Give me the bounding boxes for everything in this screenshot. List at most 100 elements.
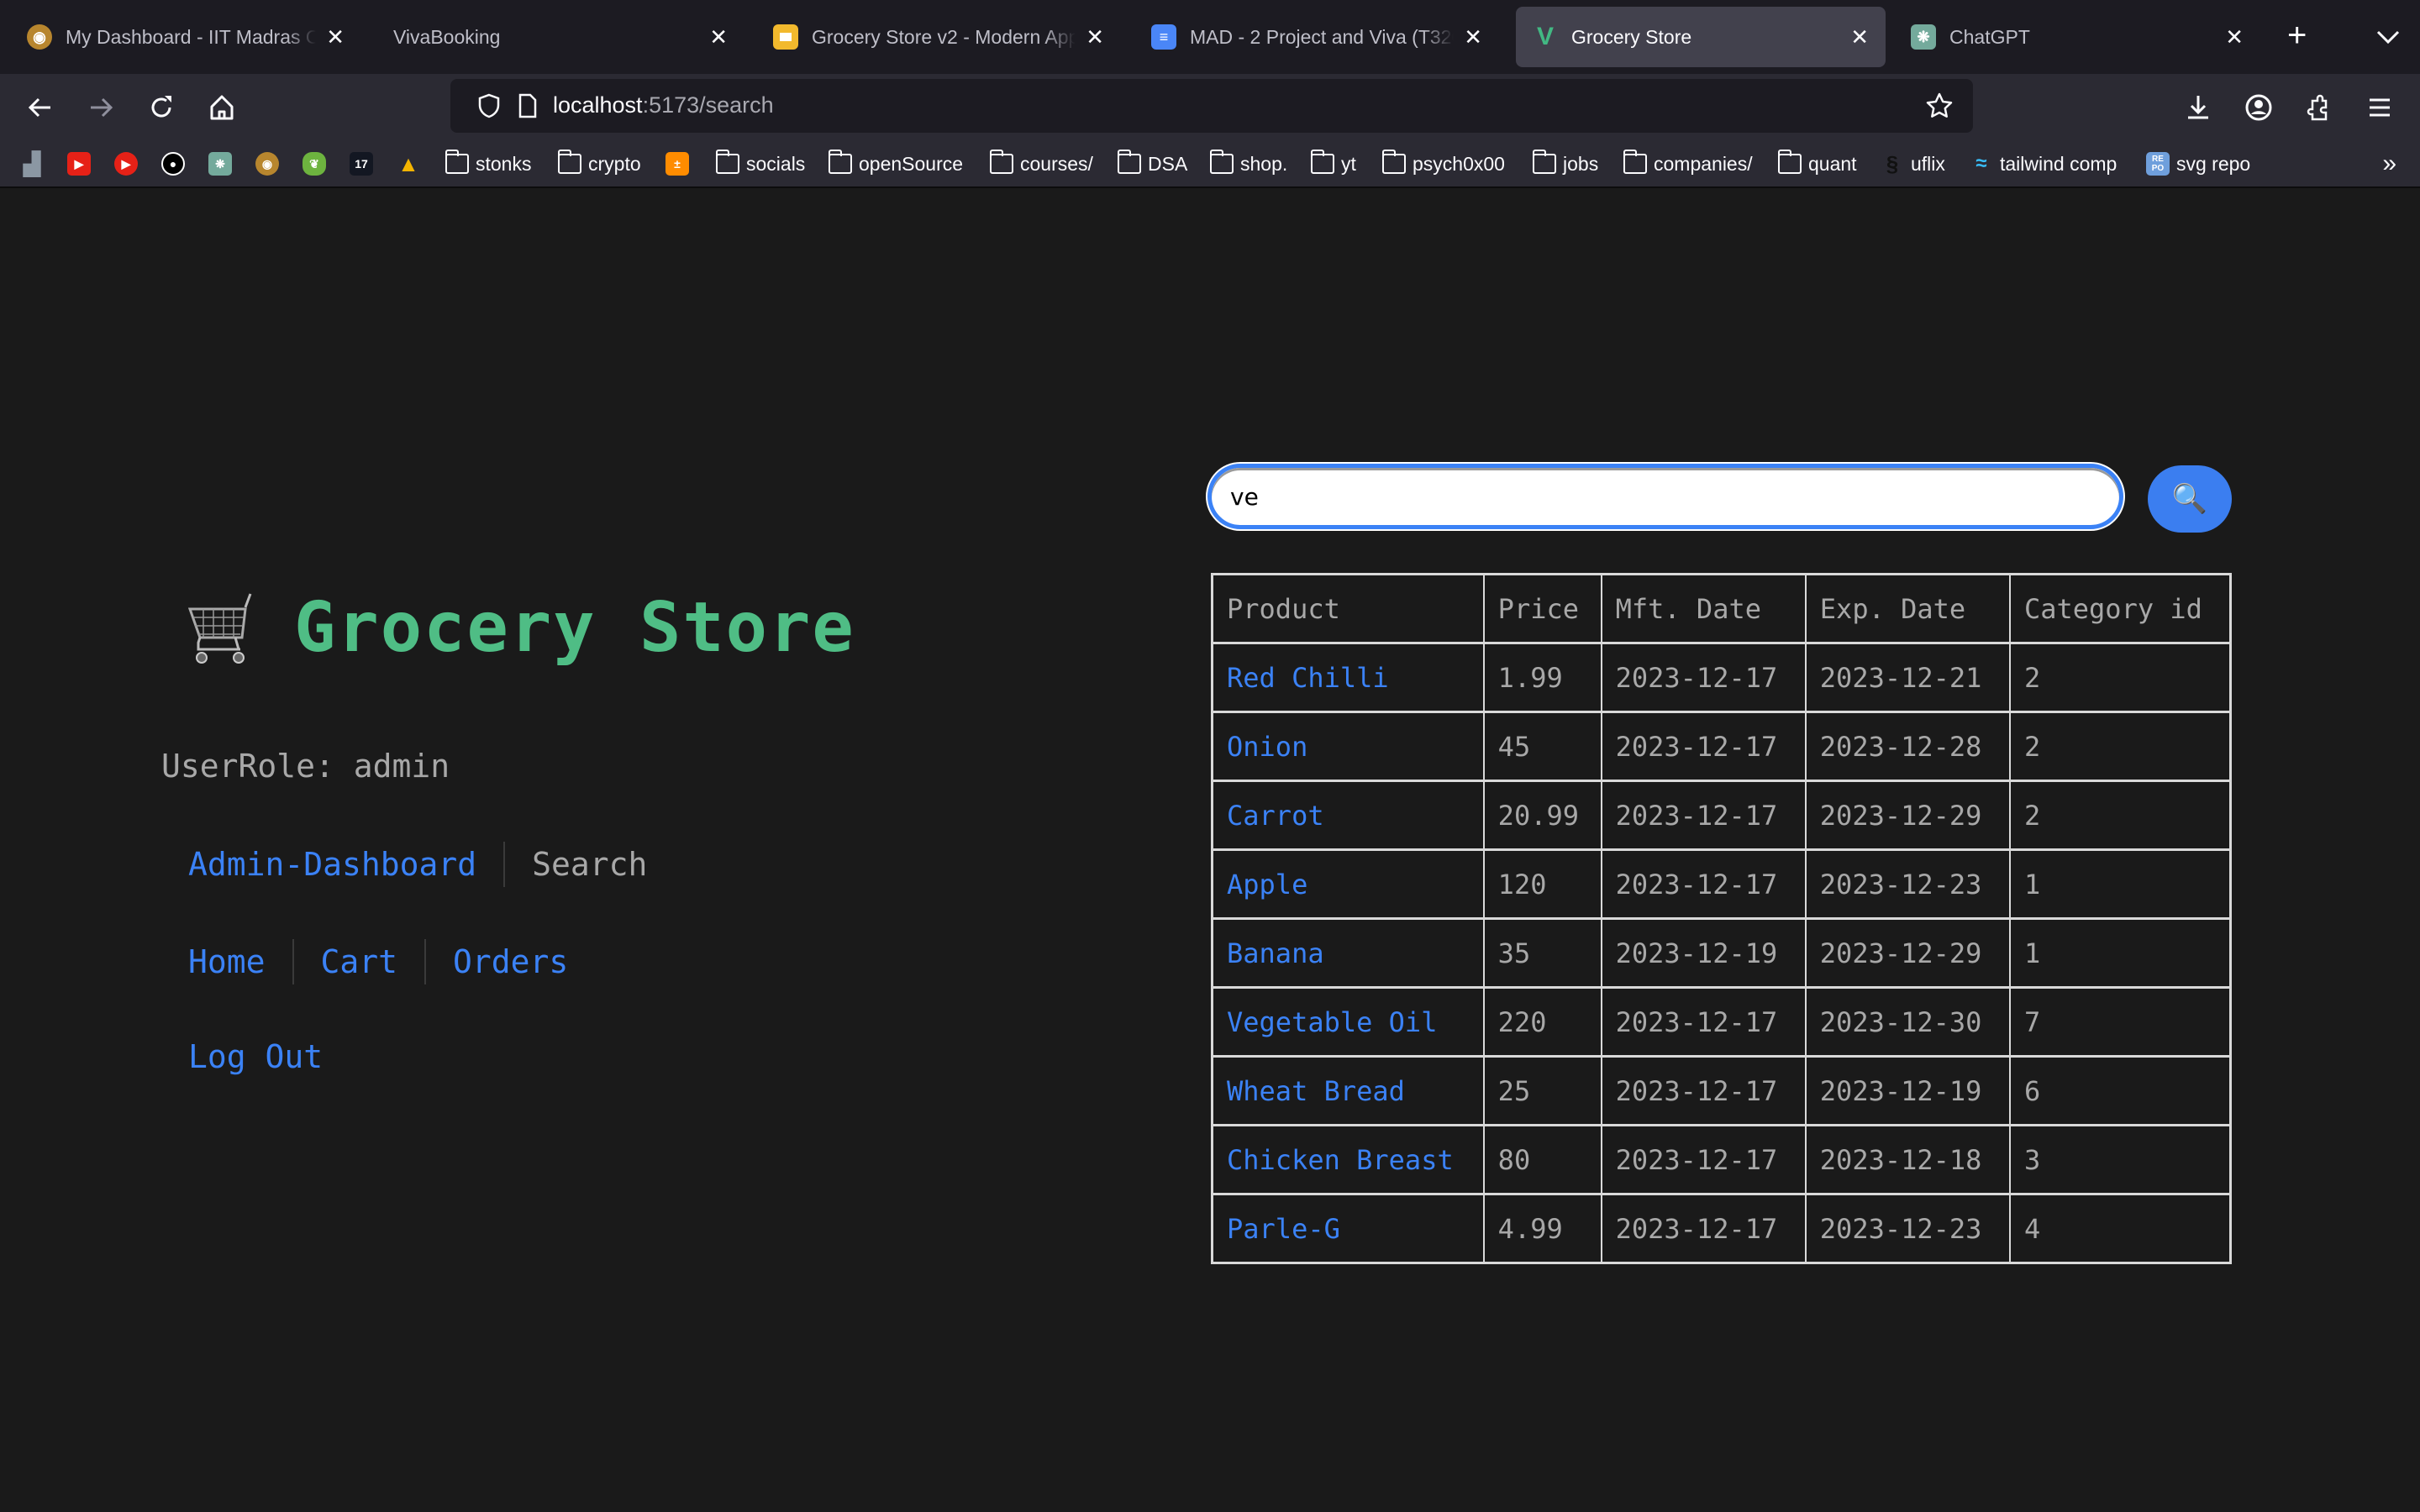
bookmark-uflix[interactable]: § uflix — [1881, 150, 1945, 178]
list-all-tabs-icon[interactable] — [2371, 20, 2405, 54]
bookmark-folder-stonks[interactable]: stonks — [445, 150, 531, 178]
bookmark-folder-socials[interactable]: socials — [715, 150, 805, 178]
table-row: Parle-G 4.99 2023-12-17 2023-12-23 4 — [1211, 1193, 2232, 1264]
shopping-cart-icon — [187, 592, 252, 664]
bookmark-star-icon[interactable] — [1924, 91, 1954, 121]
bookmark-folder-opensource[interactable]: openSource — [828, 150, 963, 178]
bookmark-chatgpt[interactable]: ❋ — [208, 150, 239, 178]
search-field-wrapper — [1207, 464, 2123, 529]
tab-chatgpt[interactable]: ❋ ChatGPT ✕ — [1894, 7, 2260, 67]
google-drive-icon: ▲ — [397, 150, 419, 176]
cell-exp-date: 2023-12-28 — [1804, 711, 2011, 782]
shield-icon[interactable] — [476, 92, 502, 119]
nav-orders-link[interactable]: Orders — [453, 943, 568, 980]
col-header-category-id: Category id — [2008, 573, 2232, 644]
bookmark-folder-companies[interactable]: companies/ — [1623, 150, 1753, 178]
product-link[interactable]: Chicken Breast — [1227, 1144, 1454, 1176]
tab-mad-project-doc[interactable]: ≡ MAD - 2 Project and Viva (T3202) ✕ — [1134, 7, 1499, 67]
bookmark-folder-courses[interactable]: courses/ — [989, 150, 1093, 178]
bookmark-tradingview[interactable]: 17 — [350, 150, 380, 178]
bookmark-github[interactable]: ● — [161, 150, 192, 178]
bookmark-youtube-music[interactable]: ▶ — [114, 150, 145, 178]
user-role-label: UserRole: admin — [161, 748, 450, 785]
back-arrow-icon[interactable] — [24, 91, 57, 124]
cell-price: 4.99 — [1482, 1193, 1602, 1264]
tab-title: Grocery Store — [1571, 25, 1692, 48]
close-tab-icon[interactable]: ✕ — [1086, 24, 1104, 50]
product-link[interactable]: Parle-G — [1227, 1213, 1340, 1245]
youtube-icon: ▶ — [67, 152, 91, 176]
tab-grocery-store-v2-slides[interactable]: Grocery Store v2 - Modern Application De… — [756, 7, 1121, 67]
nav-cart-link[interactable]: Cart — [321, 943, 398, 980]
bookmark-tailwind[interactable]: ≈ tailwind comp — [1970, 150, 2117, 178]
cell-product: Carrot — [1211, 780, 1485, 851]
bookmark-folder-crypto[interactable]: crypto — [557, 150, 641, 178]
url-text[interactable]: localhost:5173/search — [553, 92, 774, 118]
close-tab-icon[interactable]: ✕ — [2225, 24, 2244, 50]
product-link[interactable]: Banana — [1227, 937, 1324, 969]
svgrepo-icon: RE PO — [2146, 152, 2170, 176]
home-icon[interactable] — [205, 91, 239, 124]
downloads-icon[interactable] — [2181, 91, 2215, 124]
nav-divider — [292, 939, 294, 984]
product-link[interactable]: Vegetable Oil — [1227, 1006, 1437, 1038]
close-tab-icon[interactable]: ✕ — [1850, 24, 1869, 50]
bookmark-calculator[interactable]: ± — [666, 150, 696, 178]
bookmark-folder-shop[interactable]: shop. — [1209, 150, 1287, 178]
bookmark-folder-dsa[interactable]: DSA — [1117, 150, 1187, 178]
url-bar[interactable]: localhost:5173/search — [450, 79, 1973, 133]
search-input[interactable] — [1212, 468, 2119, 525]
close-tab-icon[interactable]: ✕ — [1464, 24, 1482, 50]
bookmark-svgrepo[interactable]: RE PO svg repo — [2146, 150, 2250, 178]
uflix-icon: § — [1886, 150, 1899, 176]
bookmark-folder-yt[interactable]: yt — [1310, 150, 1356, 178]
new-tab-button[interactable]: + — [2287, 18, 2307, 52]
cell-mft-date: 2023-12-17 — [1600, 848, 1807, 920]
table-row: Red Chilli 1.99 2023-12-17 2023-12-21 2 — [1211, 642, 2232, 713]
bookmark-folder-quant[interactable]: quant — [1777, 150, 1857, 178]
account-icon[interactable] — [2242, 91, 2275, 124]
product-link[interactable]: Red Chilli — [1227, 662, 1389, 694]
cell-product: Chicken Breast — [1211, 1124, 1485, 1195]
close-tab-icon[interactable]: ✕ — [709, 24, 728, 50]
bookmark-spring[interactable]: ❦ — [302, 150, 333, 178]
bookmark-folder-jobs[interactable]: jobs — [1532, 150, 1598, 178]
admin-nav: Admin-Dashboard Search — [188, 842, 647, 887]
cell-price: 220 — [1482, 986, 1602, 1058]
tab-iitm-dashboard[interactable]: ◉ My Dashboard - IIT Madras Online ✕ — [10, 7, 361, 67]
table-row: Chicken Breast 80 2023-12-17 2023-12-18 3 — [1211, 1124, 2232, 1195]
more-bookmarks-chevron-icon[interactable]: » — [2382, 150, 2396, 178]
tab-title: ChatGPT — [1949, 25, 2030, 48]
cell-price: 20.99 — [1482, 780, 1602, 851]
bookmark-folder-psych0x00[interactable]: psych0x00 — [1381, 150, 1505, 178]
bookmark-google-drive[interactable]: ▲ — [397, 150, 427, 178]
chatgpt-icon: ❋ — [208, 152, 232, 176]
tab-vivabooking[interactable]: VivaBooking ✕ — [376, 7, 744, 67]
bookmark-youtube[interactable]: ▶ — [67, 150, 97, 178]
folder-icon — [1117, 150, 1141, 174]
hamburger-menu-icon[interactable] — [2363, 91, 2396, 124]
tailwind-icon: ≈ — [1975, 152, 1987, 175]
reload-icon[interactable] — [145, 91, 178, 124]
bookmark-iitm[interactable]: ◉ — [255, 150, 286, 178]
search-button[interactable]: 🔍 — [2148, 465, 2232, 533]
logout-link[interactable]: Log Out — [188, 1038, 323, 1075]
tab-grocery-store[interactable]: V Grocery Store ✕ — [1516, 7, 1886, 67]
forward-arrow-icon[interactable] — [84, 91, 118, 124]
cell-product: Red Chilli — [1211, 642, 1485, 713]
product-link[interactable]: Wheat Bread — [1227, 1075, 1405, 1107]
product-link[interactable]: Carrot — [1227, 800, 1324, 832]
product-link[interactable]: Onion — [1227, 731, 1307, 763]
close-tab-icon[interactable]: ✕ — [326, 24, 345, 50]
cell-category-id: 3 — [2008, 1124, 2232, 1195]
product-link[interactable]: Apple — [1227, 869, 1307, 900]
bookmark-stairs[interactable]: ▟ — [20, 150, 50, 178]
table-row: Banana 35 2023-12-19 2023-12-29 1 — [1211, 917, 2232, 989]
cell-price: 80 — [1482, 1124, 1602, 1195]
nav-search-current[interactable]: Search — [532, 846, 647, 883]
nav-admin-dashboard-link[interactable]: Admin-Dashboard — [188, 846, 476, 883]
extensions-icon[interactable] — [2302, 91, 2336, 124]
nav-home-link[interactable]: Home — [188, 943, 266, 980]
tab-bar: ◉ My Dashboard - IIT Madras Online ✕ Viv… — [0, 0, 2420, 74]
page-info-icon[interactable] — [516, 92, 539, 119]
